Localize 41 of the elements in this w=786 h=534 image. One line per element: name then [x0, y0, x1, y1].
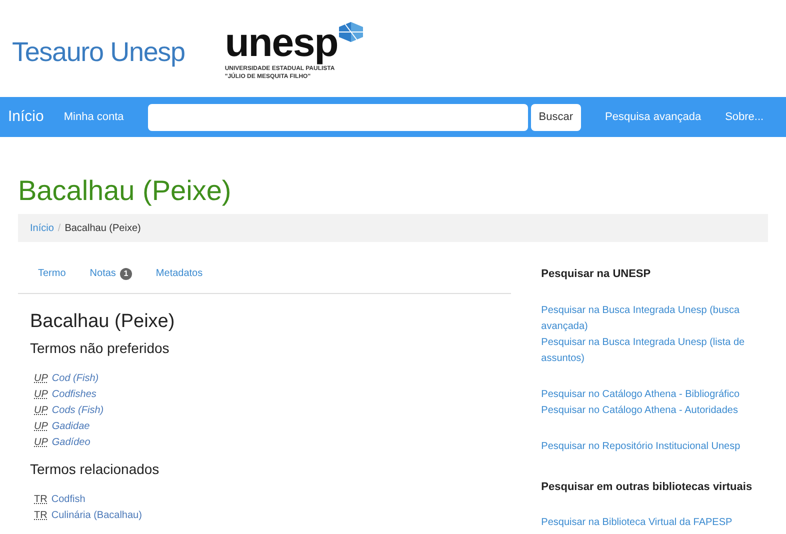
- relation-abbreviation: UP: [34, 388, 48, 402]
- sidebar-heading: Pesquisar em outras bibliotecas virtuais: [541, 480, 754, 494]
- term-link[interactable]: Gadídeo: [52, 435, 90, 451]
- term-link[interactable]: Codfish: [51, 492, 86, 508]
- term-link[interactable]: Cods (Fish): [52, 403, 104, 419]
- site-title[interactable]: Tesauro Unesp: [12, 32, 185, 73]
- count-badge: 1: [120, 268, 132, 280]
- tab[interactable]: Metadatos: [156, 266, 203, 281]
- tab[interactable]: Termo: [38, 266, 66, 281]
- search-link[interactable]: Pesquisar no Repositório Institucional Unesp: [541, 438, 768, 454]
- term-link[interactable]: Culinária (Bacalhau): [51, 508, 142, 524]
- breadcrumb-link[interactable]: Início: [30, 220, 54, 236]
- term-link[interactable]: Gadidae: [52, 419, 90, 435]
- nav-link[interactable]: Minha conta: [64, 108, 124, 126]
- relation-abbreviation: TR: [34, 509, 48, 523]
- nav-brand[interactable]: Início: [8, 106, 44, 128]
- term-title: Bacalhau (Peixe): [30, 310, 176, 334]
- nav-link[interactable]: Pesquisa avançada: [605, 108, 702, 126]
- term-link[interactable]: Cod (Fish): [52, 371, 99, 387]
- search-link[interactable]: Pesquisar no Catálogo Athena - Bibliográfico: [541, 386, 768, 402]
- search-field[interactable]: [148, 104, 528, 130]
- relation-abbreviation: UP: [34, 404, 48, 418]
- breadcrumb-separator: /: [58, 222, 61, 236]
- search-button[interactable]: Buscar: [530, 104, 582, 130]
- relation-abbreviation: TR: [34, 493, 48, 507]
- sidebar-heading: Pesquisar na UNESP: [541, 267, 652, 282]
- search-link[interactable]: Pesquisar no Catálogo Athena - Autoridades: [541, 402, 768, 418]
- nav-link[interactable]: Sobre...: [725, 108, 764, 126]
- logo-crystal-icon: [338, 20, 364, 42]
- relation-abbreviation: UP: [34, 372, 48, 386]
- relation-abbreviation: UP: [34, 436, 48, 450]
- search-link[interactable]: Pesquisar na Biblioteca Virtual da FAPESP: [541, 515, 768, 531]
- tab[interactable]: Notas 1: [90, 266, 132, 281]
- current-page-label: Bacalhau (Peixe): [64, 222, 141, 236]
- relation-abbreviation: UP: [34, 420, 48, 434]
- search-link[interactable]: Pesquisar na Busca Integrada Unesp (busca avançada): [541, 302, 768, 334]
- search-link[interactable]: Pesquisar na Busca Integrada Unesp (lista de assuntos): [541, 334, 768, 366]
- section-heading: Termos não preferidos: [30, 339, 170, 358]
- page-title: Bacalhau (Peixe): [18, 174, 232, 208]
- term-link[interactable]: Codfishes: [52, 387, 96, 403]
- section-heading: Termos relacionados: [30, 460, 160, 479]
